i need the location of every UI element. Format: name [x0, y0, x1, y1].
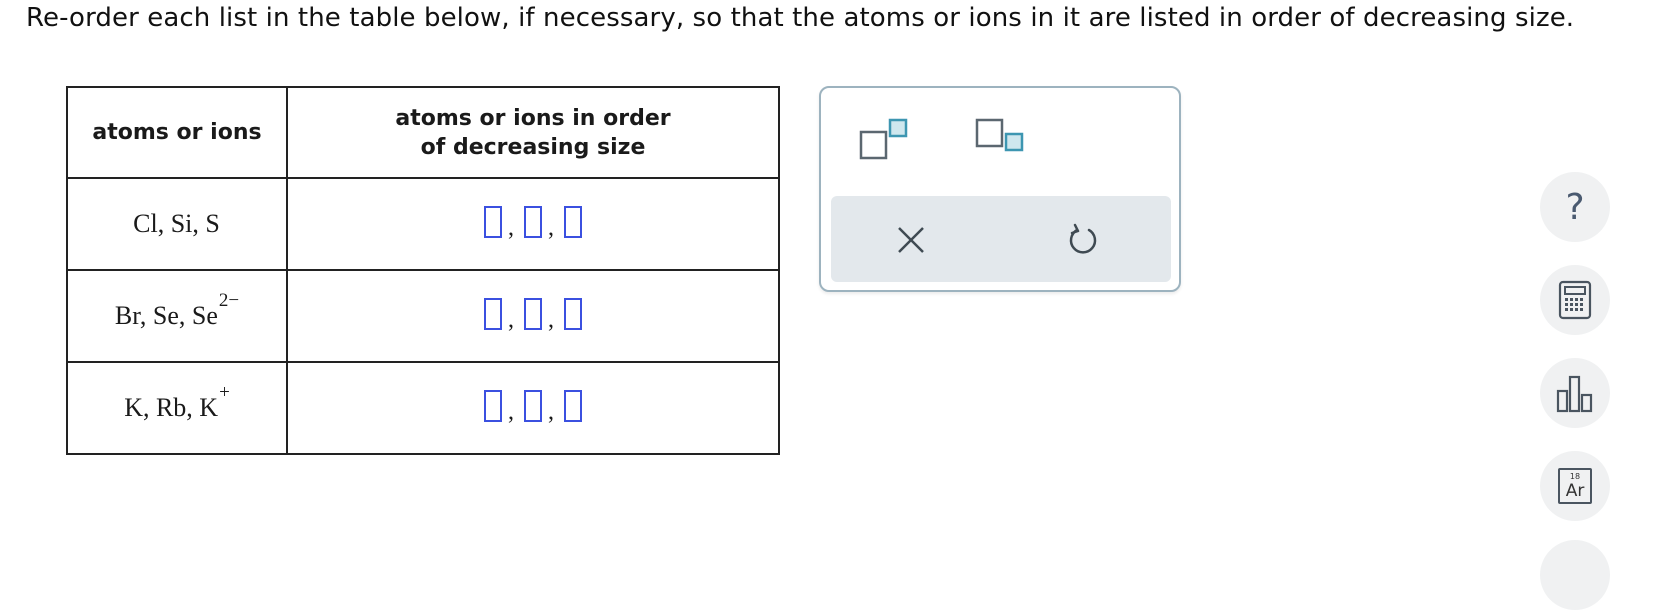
- table-row: Cl, Si, S ,,: [66, 177, 780, 271]
- column-header-order-text: atoms or ions in order of decreasing siz…: [395, 105, 671, 160]
- help-button[interactable]: ?: [1540, 172, 1610, 242]
- answer-box-1[interactable]: [484, 390, 502, 423]
- help-icon: ?: [1565, 186, 1585, 228]
- answer-table: atoms or ions atoms or ions in order of …: [66, 86, 780, 455]
- more-tools-button[interactable]: [1540, 540, 1610, 610]
- answer-cell: ,,: [286, 269, 780, 363]
- clear-button[interactable]: [893, 222, 929, 258]
- calculator-icon: [1558, 280, 1592, 320]
- species-text: K, Rb, K: [124, 393, 219, 422]
- math-toolbar: [819, 86, 1181, 292]
- species-cell: K, Rb, K+: [66, 361, 288, 455]
- data-chart-button[interactable]: [1540, 358, 1610, 428]
- species-charge: 2−: [218, 290, 240, 311]
- answer-box-1[interactable]: [484, 206, 502, 239]
- column-header-order: atoms or ions in order of decreasing siz…: [286, 86, 780, 179]
- periodic-table-button[interactable]: 18 Ar: [1540, 451, 1610, 521]
- species-cell: Br, Se, Se2−: [66, 269, 288, 363]
- bar-chart-icon: [1556, 375, 1593, 413]
- element-symbol: Ar: [1565, 481, 1585, 501]
- undo-icon: [1069, 223, 1097, 254]
- calculator-button[interactable]: [1540, 265, 1610, 335]
- answer-box-3[interactable]: [564, 390, 582, 423]
- comma: ,: [508, 306, 514, 333]
- close-icon: [898, 227, 924, 253]
- subscript-icon: [975, 118, 1024, 152]
- answer-box-2[interactable]: [524, 390, 542, 423]
- answer-box-3[interactable]: [564, 206, 582, 239]
- subscript-button[interactable]: [975, 118, 1027, 162]
- toolbar-actions: [831, 196, 1171, 282]
- table-row: K, Rb, K+ ,,: [66, 361, 780, 455]
- table-row: Br, Se, Se2− ,,: [66, 269, 780, 363]
- column-header-atoms: atoms or ions: [66, 86, 288, 179]
- periodic-table-icon: 18 Ar: [1558, 468, 1592, 504]
- answer-box-1[interactable]: [484, 298, 502, 331]
- answer-box-3[interactable]: [564, 298, 582, 331]
- superscript-icon: [859, 118, 908, 160]
- species-cell: Cl, Si, S: [66, 177, 288, 271]
- comma: ,: [548, 306, 554, 333]
- comma: ,: [548, 398, 554, 425]
- species-text: Br, Se, Se: [114, 301, 218, 330]
- table-header-row: atoms or ions atoms or ions in order of …: [66, 86, 780, 179]
- answer-box-2[interactable]: [524, 298, 542, 331]
- comma: ,: [548, 214, 554, 241]
- answer-box-2[interactable]: [524, 206, 542, 239]
- answer-cell: ,,: [286, 361, 780, 455]
- species-text: Cl, Si, S: [133, 209, 220, 238]
- comma: ,: [508, 398, 514, 425]
- answer-cell: ,,: [286, 177, 780, 271]
- superscript-button[interactable]: [859, 118, 911, 162]
- species-charge: +: [219, 382, 230, 403]
- comma: ,: [508, 214, 514, 241]
- question-prompt: Re-order each list in the table below, i…: [26, 3, 1575, 33]
- undo-button[interactable]: [1065, 222, 1101, 258]
